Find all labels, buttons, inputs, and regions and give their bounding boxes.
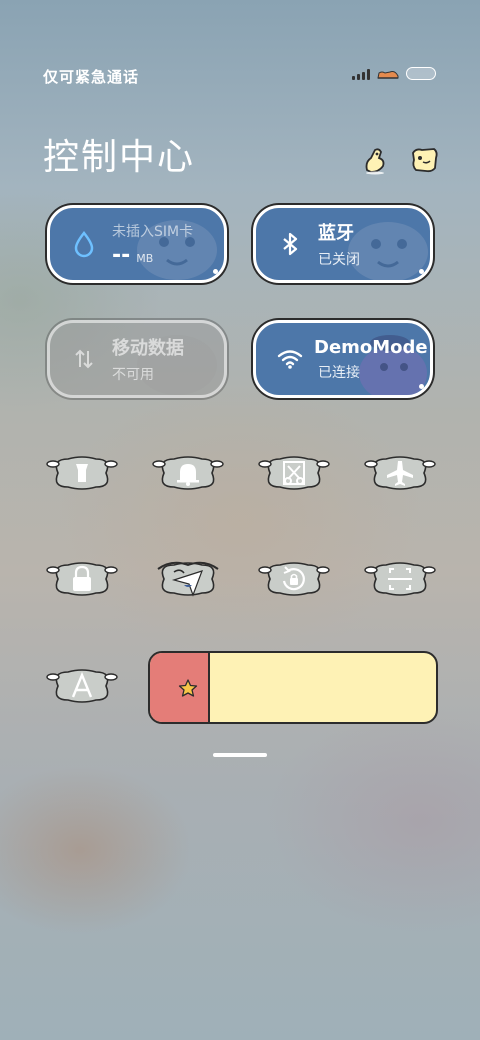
data-arrows-icon bbox=[75, 349, 93, 369]
auto-brightness-icon bbox=[46, 669, 118, 703]
sim-status-label: 未插入SIM卡 bbox=[112, 223, 194, 240]
lock-icon bbox=[46, 562, 118, 596]
star-sun-icon bbox=[178, 679, 198, 697]
edit-icon[interactable] bbox=[361, 144, 393, 176]
location-icon bbox=[157, 561, 219, 597]
signal-icon bbox=[352, 68, 370, 80]
data-usage-unit: MB bbox=[136, 251, 154, 265]
lock-toggle[interactable] bbox=[46, 559, 118, 599]
scan-icon bbox=[364, 562, 436, 596]
wifi-icon bbox=[277, 350, 303, 369]
scissors-icon bbox=[258, 456, 330, 490]
auto-brightness-toggle[interactable] bbox=[46, 666, 118, 706]
corner-dot bbox=[419, 384, 424, 389]
flashlight-icon bbox=[46, 456, 118, 490]
flashlight-toggle[interactable] bbox=[46, 453, 118, 493]
screenshot-toggle[interactable] bbox=[258, 453, 330, 493]
corner-dot bbox=[213, 269, 218, 274]
mobile-data-status: 不可用 bbox=[112, 367, 154, 383]
mobile-data-label: 移动数据 bbox=[112, 338, 184, 359]
rotation-lock-icon bbox=[258, 562, 330, 596]
corner-dot bbox=[419, 269, 424, 274]
location-toggle[interactable] bbox=[152, 559, 224, 599]
airplane-icon bbox=[364, 456, 436, 490]
wifi-status: 已连接 bbox=[318, 364, 360, 381]
wifi-network-name: DemoMode bbox=[314, 336, 428, 358]
status-icons bbox=[352, 67, 436, 80]
home-indicator[interactable] bbox=[213, 753, 267, 757]
mobile-data-tile[interactable]: 移动数据 不可用 bbox=[47, 320, 227, 398]
brightness-slider[interactable] bbox=[148, 651, 438, 724]
bluetooth-label: 蓝牙 bbox=[318, 223, 354, 244]
wifi-tile[interactable]: DemoMode 已连接 bbox=[253, 320, 433, 398]
bell-icon bbox=[152, 456, 224, 490]
bluetooth-tile[interactable]: 蓝牙 已关闭 bbox=[253, 205, 433, 283]
shoe-icon bbox=[377, 70, 399, 79]
battery-icon bbox=[406, 67, 436, 80]
rotation-lock-toggle[interactable] bbox=[258, 559, 330, 599]
mobile-data-usage-tile[interactable]: 未插入SIM卡 -- MB bbox=[47, 205, 227, 283]
bluetooth-status: 已关闭 bbox=[318, 252, 360, 268]
status-carrier-text: 仅可紧急通话 bbox=[43, 68, 140, 86]
scan-toggle[interactable] bbox=[364, 559, 436, 599]
settings-icon[interactable] bbox=[408, 144, 440, 176]
water-drop-icon bbox=[74, 230, 94, 258]
bluetooth-icon bbox=[283, 232, 298, 256]
page-title: 控制中心 bbox=[43, 137, 196, 178]
airplane-toggle[interactable] bbox=[364, 453, 436, 493]
data-usage-value: -- bbox=[112, 242, 131, 268]
silent-toggle[interactable] bbox=[152, 453, 224, 493]
